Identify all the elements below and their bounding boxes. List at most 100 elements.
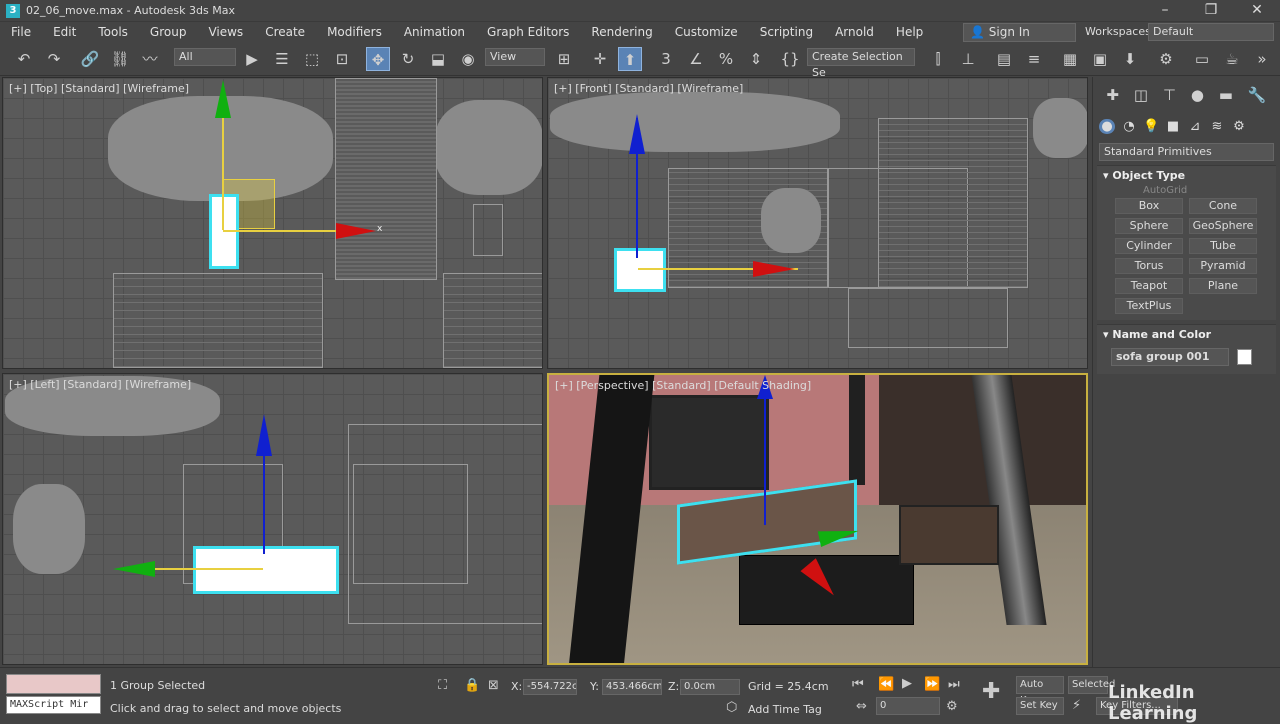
object-color-swatch[interactable] (1237, 349, 1252, 365)
select-object-icon[interactable]: ▶ (240, 47, 264, 71)
gizmo-x-arrow[interactable] (753, 261, 795, 277)
selected-sofa[interactable] (614, 248, 666, 292)
viewport-perspective[interactable]: [+] [Perspective] [Standard] [Default Sh… (547, 373, 1088, 665)
viewport-label-left[interactable]: [+] [Left] [Standard] [Wireframe] (9, 378, 191, 391)
scene-explorer-icon[interactable]: ▤ (992, 47, 1016, 71)
menu-scripting[interactable]: Scripting (749, 22, 824, 42)
modify-tab-icon[interactable]: ◫ (1134, 86, 1148, 104)
cylinder-button[interactable]: Cylinder (1115, 238, 1183, 254)
utilities-tab-icon[interactable]: 🔧 (1248, 86, 1267, 104)
render-production-icon[interactable]: ☕ (1220, 47, 1244, 71)
render-setup-icon[interactable]: ⚙ (1154, 47, 1178, 71)
selected-filter-select[interactable]: Selected (1068, 676, 1115, 694)
gizmo-y-arrow[interactable] (215, 80, 231, 118)
spinner-snap-icon[interactable]: ⇕ (744, 47, 768, 71)
schematic-view-icon[interactable]: ▣ (1088, 47, 1112, 71)
selection-lock-icon[interactable]: 🔒 (464, 678, 480, 693)
autogrid-checkbox[interactable]: AutoGrid (1097, 185, 1276, 196)
unlink-icon[interactable]: ⛓ (108, 47, 132, 71)
time-config-icon[interactable]: ⚙ (946, 699, 958, 714)
shapes-icon[interactable]: ◔ (1121, 119, 1137, 134)
hierarchy-tab-icon[interactable]: ⊤ (1163, 86, 1176, 104)
menu-file[interactable]: File (0, 22, 42, 42)
pivot-point-icon[interactable]: ⊞ (552, 47, 576, 71)
menu-create[interactable]: Create (254, 22, 316, 42)
object-type-header[interactable]: ▾ Object Type (1097, 166, 1276, 185)
viewport-label-perspective[interactable]: [+] [Perspective] [Standard] [Default Sh… (555, 379, 811, 392)
select-and-rotate-icon[interactable]: ↻ (396, 47, 420, 71)
play-icon[interactable]: ▶ (902, 676, 912, 691)
restore-icon[interactable]: ❐ (1188, 0, 1234, 22)
previous-frame-icon[interactable]: ⏪ (878, 677, 894, 692)
systems-icon[interactable]: ⚙ (1231, 119, 1247, 134)
close-icon[interactable]: ✕ (1234, 0, 1280, 22)
reference-coordinate-select[interactable]: View (485, 48, 545, 66)
sign-in-button[interactable]: 👤 Sign In (963, 23, 1076, 42)
gizmo-z-arrow[interactable] (256, 414, 272, 456)
edit-named-selection-icon[interactable]: {} (778, 47, 802, 71)
rectangular-selection-icon[interactable]: ⬚ (300, 47, 324, 71)
auto-key-button[interactable]: Auto Key (1016, 676, 1064, 706)
maxscript-mini-listener[interactable]: MAXScript Mir (6, 696, 101, 714)
viewport-label-top[interactable]: [+] [Top] [Standard] [Wireframe] (9, 82, 189, 95)
teapot-button[interactable]: Teapot (1115, 278, 1183, 294)
plane-button[interactable]: Plane (1189, 278, 1257, 294)
space-warps-icon[interactable]: ≋ (1209, 119, 1225, 134)
align-icon[interactable]: ⊥ (956, 47, 980, 71)
key-mode-icon[interactable]: ⇔ (856, 699, 867, 714)
select-and-place-icon[interactable]: ◉ (456, 47, 480, 71)
cameras-icon[interactable]: ■ (1165, 119, 1181, 134)
select-and-move-icon[interactable]: ✥ (366, 47, 390, 71)
menu-tools[interactable]: Tools (87, 22, 139, 42)
3d-snap-icon[interactable]: 3 (654, 47, 678, 71)
layer-explorer-icon[interactable]: ≡ (1022, 47, 1046, 71)
isolate-selection-icon[interactable]: ⛶ (438, 678, 447, 693)
sphere-button[interactable]: Sphere (1115, 218, 1183, 234)
cone-button[interactable]: Cone (1189, 198, 1257, 214)
menu-rendering[interactable]: Rendering (580, 22, 663, 42)
menu-views[interactable]: Views (197, 22, 254, 42)
menu-animation[interactable]: Animation (393, 22, 476, 42)
next-frame-icon[interactable]: ⏩ (924, 677, 940, 692)
viewport-left[interactable]: [+] [Left] [Standard] [Wireframe] (2, 373, 543, 665)
minimize-icon[interactable]: – (1142, 0, 1188, 22)
set-keys-icon[interactable]: ✚ (982, 679, 1000, 704)
gizmo-z-arrow[interactable] (629, 114, 645, 154)
current-frame-field[interactable]: 0 (876, 697, 940, 715)
workspace-select[interactable]: Default (1148, 23, 1274, 41)
add-time-tag[interactable]: Add Time Tag (748, 703, 822, 716)
torus-button[interactable]: Torus (1115, 258, 1183, 274)
display-tab-icon[interactable]: ▬ (1219, 86, 1233, 104)
geosphere-button[interactable]: GeoSphere (1189, 218, 1257, 234)
absolute-mode-icon[interactable]: ⊠ (488, 678, 499, 693)
select-by-name-icon[interactable]: ☰ (270, 47, 294, 71)
snaps-toggle-icon[interactable]: ⬆ (618, 47, 642, 71)
helpers-icon[interactable]: ⊿ (1187, 119, 1203, 134)
menu-arnold[interactable]: Arnold (824, 22, 885, 42)
goto-end-icon[interactable]: ⏭ (948, 677, 960, 692)
link-icon[interactable]: 🔗 (78, 47, 102, 71)
create-tab-icon[interactable]: ✚ (1106, 86, 1119, 104)
rendered-frame-window-icon[interactable]: ▭ (1190, 47, 1214, 71)
select-and-scale-icon[interactable]: ⬓ (426, 47, 450, 71)
viewport-top[interactable]: x [+] [Top] [Standard] [Wireframe] (2, 77, 543, 369)
menu-help[interactable]: Help (885, 22, 934, 42)
material-editor-icon[interactable]: ⬇ (1118, 47, 1142, 71)
selected-sofa[interactable] (193, 546, 339, 594)
menu-group[interactable]: Group (139, 22, 198, 42)
viewport-label-front[interactable]: [+] [Front] [Standard] [Wireframe] (554, 82, 743, 95)
tube-button[interactable]: Tube (1189, 238, 1257, 254)
set-key-button[interactable]: Set Key (1016, 697, 1064, 715)
box-button[interactable]: Box (1115, 198, 1183, 214)
lights-icon[interactable]: 💡 (1143, 119, 1159, 134)
maxscript-listener-input[interactable] (6, 674, 101, 694)
gizmo-x-arrow[interactable] (336, 223, 376, 239)
curve-editor-icon[interactable]: ▦ (1058, 47, 1082, 71)
named-selection-select[interactable]: Create Selection Se (807, 48, 915, 79)
geometry-icon[interactable]: ● (1099, 118, 1115, 134)
bind-space-warp-icon[interactable]: 〰 (138, 47, 162, 71)
pyramid-button[interactable]: Pyramid (1189, 258, 1257, 274)
selection-filter-select[interactable]: All (174, 48, 236, 66)
undo-icon[interactable]: ↶ (12, 47, 36, 71)
primitive-category-select[interactable]: Standard Primitives (1099, 143, 1274, 161)
